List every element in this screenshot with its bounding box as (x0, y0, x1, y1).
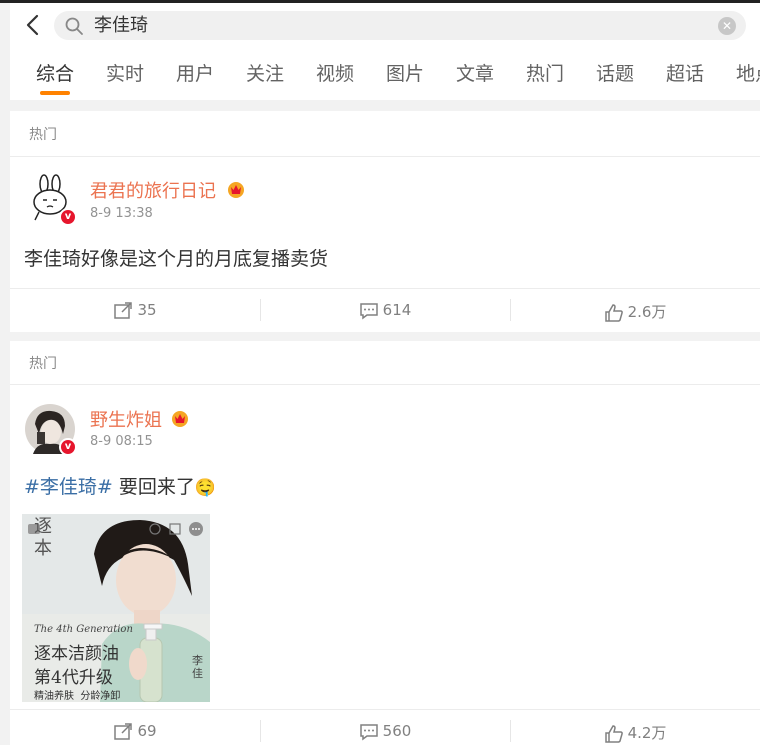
avatar[interactable]: v (25, 174, 77, 226)
post-time: 8-9 08:15 (90, 434, 153, 449)
like-button[interactable]: 4.2万 (510, 710, 760, 745)
section-separator (10, 100, 760, 111)
hashtag-link[interactable]: #李佳琦# (24, 476, 113, 498)
section-label: 热门 (29, 127, 57, 143)
comment-count: 560 (382, 722, 412, 740)
post-body: 要回来了 (118, 476, 195, 498)
thumbs-up-icon (604, 724, 623, 743)
chevron-left-icon (26, 14, 39, 36)
section-separator (10, 332, 760, 341)
tab-places[interactable]: 地点 (736, 59, 760, 86)
comment-icon (359, 302, 378, 319)
tab-images[interactable]: 图片 (386, 59, 424, 86)
clear-search-button[interactable]: ✕ (718, 17, 736, 35)
search-query: 李佳琦 (94, 15, 148, 36)
tab-videos[interactable]: 视频 (316, 59, 354, 86)
tab-hot[interactable]: 热门 (526, 59, 564, 86)
vip-crown-icon (172, 411, 188, 427)
post-image[interactable]: 逐本 The 4th Generation 逐本洁颜油 第4代升级 精油养肤 分… (22, 514, 210, 702)
username[interactable]: 野生炸姐 (90, 406, 162, 432)
comment-count: 614 (382, 301, 412, 319)
post-actions: 69 560 4.2万 (10, 710, 760, 745)
repost-count: 35 (137, 301, 157, 319)
repost-count: 69 (137, 722, 157, 740)
tab-topics[interactable]: 话题 (596, 59, 634, 86)
avatar[interactable]: v (25, 404, 77, 456)
image-headline-2: 第4代升级 (34, 668, 113, 688)
post-card: 热门 v 君君的旅行日记 8-9 13:38 李佳琦好像是这个月的月底复播卖货 (10, 111, 760, 332)
tab-articles[interactable]: 文章 (456, 59, 494, 86)
divider (10, 156, 760, 157)
vip-crown-icon (228, 182, 244, 198)
tab-following[interactable]: 关注 (246, 59, 284, 86)
back-button[interactable] (22, 11, 46, 39)
thumbs-up-icon (604, 303, 623, 322)
active-tab-indicator (40, 91, 70, 95)
search-tabs: 综合 实时 用户 关注 视频 图片 文章 热门 话题 超话 地点 (10, 47, 760, 100)
drooling-emoji-icon: 🤤 (194, 478, 217, 498)
share-icon (114, 301, 133, 319)
verified-badge-icon: v (59, 208, 77, 226)
like-count: 4.2万 (627, 724, 667, 742)
comment-button[interactable]: 614 (260, 289, 510, 331)
search-header: 李佳琦 ✕ (10, 3, 760, 47)
close-icon: ✕ (721, 19, 733, 33)
search-icon (65, 17, 83, 35)
repost-button[interactable]: 69 (10, 710, 260, 745)
post-card: 热门 v 野生炸姐 8-9 08:15 #李佳琦# 要回来了🤤 逐本 The 4… (10, 341, 760, 745)
left-gutter (0, 3, 10, 745)
repost-button[interactable]: 35 (10, 289, 260, 331)
image-headline-1: 逐本洁颜油 (34, 644, 119, 664)
brand-logo-text: 逐本 (34, 516, 52, 559)
tab-users[interactable]: 用户 (176, 59, 214, 86)
section-label: 热门 (29, 356, 57, 372)
image-side-text: 李佳 (192, 654, 203, 680)
divider (10, 384, 760, 385)
like-button[interactable]: 2.6万 (510, 289, 760, 331)
tab-comprehensive[interactable]: 综合 (36, 59, 74, 86)
like-count: 2.6万 (627, 303, 667, 321)
verified-badge-icon: v (59, 438, 77, 456)
comment-icon (359, 723, 378, 740)
post-time: 8-9 13:38 (90, 206, 153, 221)
comment-button[interactable]: 560 (260, 710, 510, 745)
tab-supertopics[interactable]: 超话 (666, 59, 704, 86)
post-text: 李佳琦好像是这个月的月底复播卖货 (24, 248, 329, 270)
search-input[interactable]: 李佳琦 ✕ (54, 11, 746, 40)
post-actions: 35 614 2.6万 (10, 289, 760, 331)
image-subtitle: The 4th Generation (34, 624, 133, 635)
username[interactable]: 君君的旅行日记 (90, 177, 216, 203)
image-tagline: 精油养肤 分龄净卸 (34, 691, 121, 702)
post-text: #李佳琦# 要回来了🤤 (24, 472, 216, 499)
share-icon (114, 722, 133, 740)
tab-realtime[interactable]: 实时 (106, 59, 144, 86)
